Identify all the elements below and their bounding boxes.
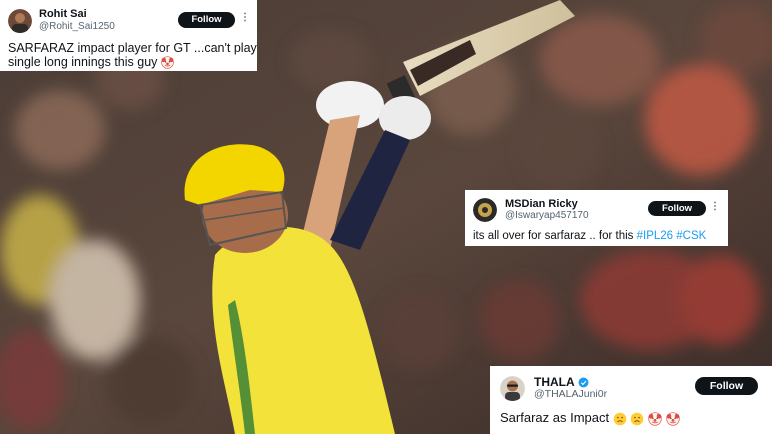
tweet-card-thala: THALA @THALAJuni0r Follow Sarfaraz as Im… — [490, 366, 772, 434]
tweet-text-line-2: single long innings this guy — [8, 55, 174, 69]
tweet-text: Sarfaraz as Impact — [500, 410, 680, 426]
tweet-text-line-1: SARFARAZ impact player for GT ...can't p… — [8, 41, 257, 55]
clown-face-icon — [648, 411, 662, 426]
tweet-text: its all over for sarfaraz .. for this #I… — [473, 230, 706, 242]
tweet-card-msdian-ricky: MSDian Ricky @Iswaryap457170 Follow ⋮ it… — [465, 190, 728, 246]
follow-button[interactable]: Follow — [178, 12, 235, 28]
follow-button[interactable]: Follow — [648, 201, 706, 216]
user-name[interactable]: MSDian Ricky — [505, 198, 578, 210]
clown-face-icon — [161, 56, 174, 69]
tweet-text-line-2-content: single long innings this guy — [8, 55, 158, 69]
user-name[interactable]: Rohit Sai — [39, 8, 87, 20]
user-name[interactable]: THALA — [534, 375, 589, 389]
tweet-text-content: its all over for sarfaraz .. for this — [473, 230, 637, 242]
follow-button[interactable]: Follow — [695, 377, 758, 395]
user-name-text: THALA — [534, 375, 575, 389]
verified-badge-icon — [578, 377, 589, 388]
avatar[interactable] — [500, 376, 525, 401]
hashtag-ipl26[interactable]: #IPL26 — [637, 230, 673, 242]
avatar[interactable] — [473, 198, 497, 222]
sad-face-icon — [613, 412, 627, 425]
more-options-icon[interactable]: ⋮ — [710, 201, 720, 213]
more-options-icon[interactable]: ⋮ — [240, 12, 250, 24]
sad-face-icon — [631, 412, 644, 425]
user-handle[interactable]: @Iswaryap457170 — [505, 210, 589, 221]
clown-face-icon — [665, 411, 680, 426]
tweet-card-rohit-sai: Rohit Sai @Rohit_Sai1250 Follow ⋮ SARFAR… — [0, 0, 257, 71]
tweet-text-content: Sarfaraz as Impact — [500, 410, 610, 425]
hashtag-csk[interactable]: #CSK — [676, 230, 706, 242]
avatar[interactable] — [8, 9, 32, 33]
user-handle[interactable]: @THALAJuni0r — [534, 388, 607, 400]
user-handle[interactable]: @Rohit_Sai1250 — [39, 21, 115, 32]
